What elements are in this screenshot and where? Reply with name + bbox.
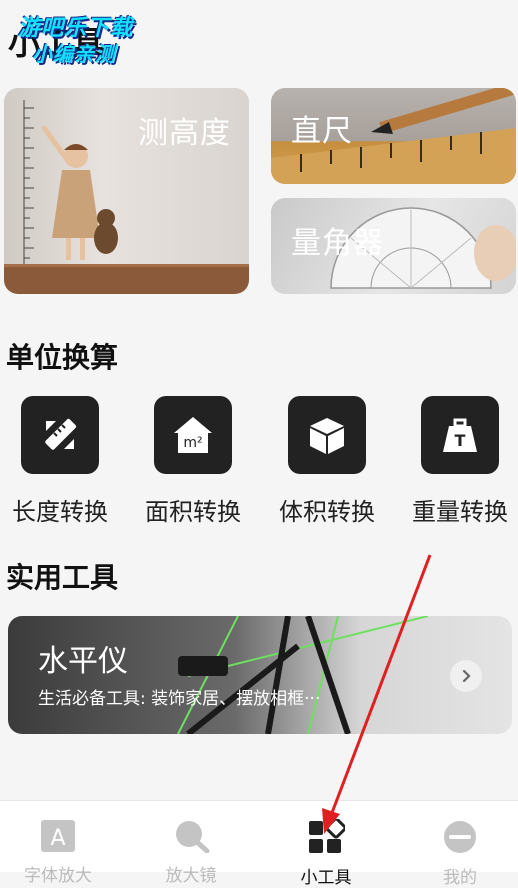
chevron-right-icon[interactable]: [450, 660, 482, 692]
tab-font-enlarge[interactable]: A 字体放大: [8, 819, 108, 886]
level-tool-subtitle: 生活必备工具: 装饰家居、摆放相框···: [38, 689, 321, 709]
ruler-card[interactable]: 直尺: [271, 88, 516, 184]
tab-profile[interactable]: 我的: [410, 819, 510, 888]
page-title: 小工具: [8, 24, 105, 62]
tab-tools[interactable]: 小工具: [276, 817, 376, 888]
level-tool-banner[interactable]: 水平仪 生活必备工具: 装饰家居、摆放相框···: [8, 616, 512, 734]
font-a-icon: A: [41, 820, 75, 852]
unit-section-title: 单位换算: [6, 341, 119, 374]
tab-tools-label: 小工具: [300, 868, 352, 888]
tab-magnifier[interactable]: 放大镜: [141, 819, 241, 886]
house-m2-icon: m²: [154, 396, 232, 474]
svg-text:T: T: [455, 431, 466, 450]
ruler-label: 直尺: [291, 114, 353, 149]
tab-profile-label: 我的: [443, 868, 477, 888]
protractor-card[interactable]: 量角器: [271, 198, 516, 294]
level-tool-title: 水平仪: [38, 644, 128, 679]
ruler-pencil-icon: [21, 396, 99, 474]
length-convert-label: 长度转换: [12, 498, 108, 526]
weight-convert-label: 重量转换: [412, 498, 508, 526]
volume-convert-button[interactable]: 体积转换: [267, 396, 387, 527]
measure-height-label: 测高度: [138, 116, 231, 151]
grid-tools-icon: [309, 817, 347, 853]
length-convert-button[interactable]: 长度转换: [0, 396, 120, 527]
cube-icon: [288, 396, 366, 474]
weight-t-icon: T: [421, 396, 499, 474]
tools-section-title: 实用工具: [6, 561, 119, 594]
protractor-label: 量角器: [291, 226, 384, 261]
svg-text:m²: m²: [183, 435, 202, 451]
measure-height-card[interactable]: 测高度: [4, 88, 249, 294]
magnifier-icon: [176, 821, 210, 854]
svg-text:A: A: [50, 826, 65, 851]
tab-magnifier-label: 放大镜: [165, 866, 217, 886]
area-convert-button[interactable]: m² 面积转换: [133, 396, 253, 527]
bottom-tab-bar: A 字体放大 放大镜 小工具 我的: [0, 800, 518, 888]
profile-icon: [444, 821, 476, 853]
area-convert-label: 面积转换: [145, 498, 241, 526]
volume-convert-label: 体积转换: [279, 498, 375, 526]
weight-convert-button[interactable]: T 重量转换: [400, 396, 518, 527]
tab-font-enlarge-label: 字体放大: [24, 866, 92, 886]
